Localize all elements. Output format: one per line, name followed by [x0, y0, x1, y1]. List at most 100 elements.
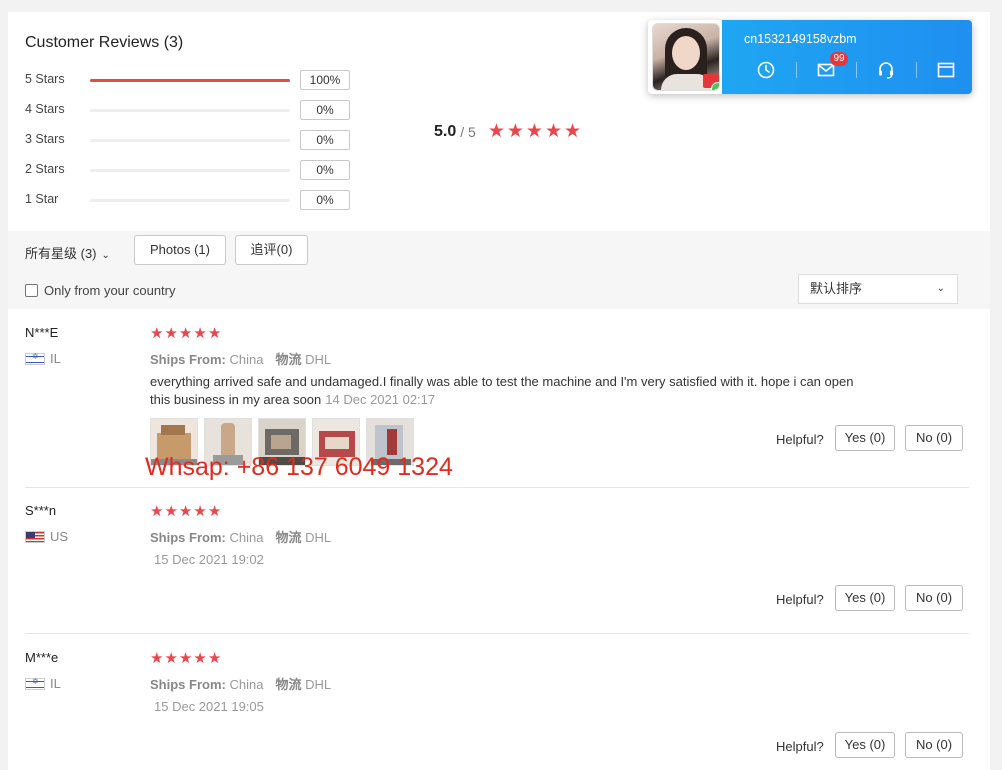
logistics-label: 物流 [275, 677, 302, 692]
star-icon: ★ [525, 121, 543, 142]
star-icon: ★ [164, 503, 178, 520]
reviewer-country: IL [25, 676, 61, 691]
logistics-value: DHL [305, 530, 332, 545]
chat-toolbar: cn1532149158vzbm 99 [722, 20, 972, 94]
histogram-row-1: 1 Star 0% [25, 190, 355, 210]
ships-from-label: Ships From: [150, 677, 226, 692]
helpful-yes-button[interactable]: Yes (0) [835, 425, 895, 451]
helpful-no-button[interactable]: No (0) [905, 585, 963, 611]
star-icon: ★ [193, 503, 207, 520]
shipping-info: Ships From: China 物流 DHL [150, 349, 331, 368]
sort-select[interactable]: 默认排序 ⌄ [798, 274, 958, 304]
chat-username: cn1532149158vzbm [744, 32, 857, 46]
average-stars: ★ ★ ★ ★ ★ [488, 122, 581, 142]
israel-flag-icon [25, 352, 45, 365]
usa-flag-icon [25, 530, 45, 543]
histogram-row-3: 3 Stars 0% [25, 130, 355, 150]
star-icon: ★ [506, 121, 524, 142]
reviewer-country: US [25, 529, 68, 544]
review-stars: ★ ★ ★ ★ ★ [150, 326, 221, 342]
reviewer-name: N***E [25, 325, 59, 340]
chevron-down-icon: ⌄ [936, 283, 945, 294]
logistics-value: DHL [305, 352, 332, 367]
review-divider [25, 633, 969, 634]
logistics-label: 物流 [275, 530, 302, 545]
reviews-title: Customer Reviews (3) [25, 34, 184, 51]
country-code: US [50, 529, 69, 544]
window-icon[interactable] [916, 58, 972, 82]
histogram-percent: 0% [300, 190, 350, 210]
average-score: 5.0 [434, 123, 457, 140]
star-icon: ★ [178, 325, 193, 342]
all-ratings-label: 所有星级 (3) [25, 246, 97, 261]
star-icon: ★ [164, 325, 178, 342]
average-total: / 5 [460, 124, 476, 140]
review-stars: ★ ★ ★ ★ ★ [150, 504, 221, 520]
checkbox-box[interactable] [25, 284, 38, 297]
ships-from-label: Ships From: [150, 530, 226, 545]
mail-icon[interactable]: 99 [796, 52, 856, 82]
sort-value: 默认排序 [810, 281, 863, 296]
only-country-label: Only from your country [44, 283, 176, 298]
histogram-row-2: 2 Stars 0% [25, 160, 355, 180]
all-ratings-dropdown[interactable]: 所有星级 (3) ⌄ [25, 243, 110, 262]
helpful-yes-button[interactable]: Yes (0) [835, 585, 895, 611]
message-count-badge: 99 [830, 52, 848, 66]
review-stars: ★ ★ ★ ★ ★ [150, 651, 221, 667]
shipping-info: Ships From: China 物流 DHL [150, 527, 331, 546]
histogram-track [90, 169, 290, 172]
country-code: IL [50, 351, 61, 366]
ships-from-label: Ships From: [150, 352, 226, 367]
helpful-label: Helpful? [776, 432, 824, 447]
ships-from-value: China [229, 677, 264, 692]
filter-bar: 所有星级 (3) ⌄ Photos (1) 追评(0) Only from you… [8, 231, 990, 309]
chat-widget[interactable]: ✓ cn1532149158vzbm 99 [648, 20, 972, 94]
review-date: 15 Dec 2021 19:02 [154, 552, 264, 567]
followup-filter-button[interactable]: 追评(0) [235, 235, 308, 265]
watermark-text: Whsap: +86 137 6049 1324 [145, 453, 453, 481]
review-body: everything arrived safe and undamaged.I … [150, 374, 854, 407]
histogram-label: 4 Stars [25, 102, 65, 116]
review-date: 15 Dec 2021 19:05 [154, 699, 264, 714]
star-icon: ★ [193, 325, 207, 342]
logistics-label: 物流 [275, 352, 302, 367]
israel-flag-icon [25, 677, 45, 690]
country-code: IL [50, 676, 61, 691]
avatar[interactable]: ✓ [652, 23, 720, 91]
ships-from-value: China [229, 530, 264, 545]
histogram-track [90, 199, 290, 202]
star-icon: ★ [544, 121, 563, 142]
star-icon: ★ [207, 325, 222, 342]
reviewer-name: M***e [25, 650, 59, 665]
ships-from-value: China [229, 352, 264, 367]
histogram-label: 2 Stars [25, 162, 65, 176]
histogram-percent: 0% [300, 160, 350, 180]
headset-icon[interactable] [856, 58, 916, 82]
histogram-label: 5 Stars [25, 72, 65, 86]
helpful-no-button[interactable]: No (0) [905, 732, 963, 758]
histogram-track [90, 109, 290, 112]
logistics-value: DHL [305, 677, 332, 692]
shipping-info: Ships From: China 物流 DHL [150, 674, 331, 693]
review-text: everything arrived safe and undamaged.I … [150, 373, 870, 409]
histogram-row-5: 5 Stars 100% [25, 70, 355, 90]
photos-filter-button[interactable]: Photos (1) [134, 235, 226, 265]
helpful-yes-button[interactable]: Yes (0) [835, 732, 895, 758]
histogram-row-4: 4 Stars 0% [25, 100, 355, 120]
star-icon: ★ [487, 121, 505, 142]
helpful-no-button[interactable]: No (0) [905, 425, 963, 451]
histogram-label: 1 Star [25, 192, 59, 206]
star-icon: ★ [193, 650, 207, 667]
reviewer-name: S***n [25, 503, 57, 518]
review-date: 14 Dec 2021 02:17 [325, 392, 436, 407]
chevron-down-icon: ⌄ [101, 250, 110, 261]
histogram-percent: 0% [300, 130, 350, 150]
only-country-checkbox[interactable]: Only from your country [25, 283, 176, 298]
star-icon: ★ [207, 503, 222, 520]
star-icon: ★ [207, 650, 222, 667]
helpful-label: Helpful? [776, 592, 824, 607]
star-icon: ★ [164, 650, 178, 667]
clock-icon[interactable] [736, 58, 796, 82]
histogram-fill [90, 79, 290, 82]
histogram-track [90, 79, 290, 82]
